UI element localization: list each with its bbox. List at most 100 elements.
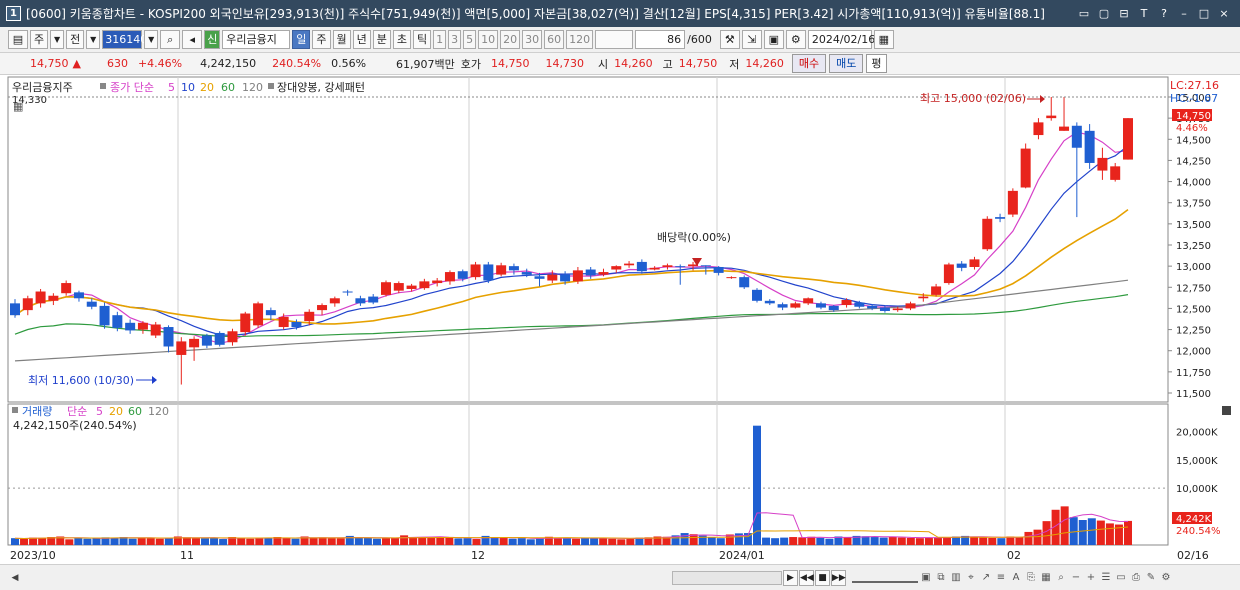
code-dropdown-icon[interactable]: ▼ <box>144 30 159 49</box>
interval-10[interactable]: 10 <box>478 30 499 49</box>
tab-month[interactable]: 월 <box>332 30 351 49</box>
save-icon[interactable]: ▣ <box>763 30 784 49</box>
zoom-icon[interactable]: ⇲ <box>741 30 762 49</box>
interval-30[interactable]: 30 <box>522 30 543 49</box>
gear-icon[interactable]: ⚙ <box>785 30 806 49</box>
print-icon[interactable]: ⎙ <box>1129 570 1143 586</box>
tool-split-icon[interactable]: ▥ <box>949 570 963 586</box>
panel-close-icon[interactable] <box>1222 406 1231 415</box>
code-input[interactable]: 316140 <box>102 30 147 49</box>
volume-bar <box>282 538 291 545</box>
count-input[interactable]: 86 <box>635 30 686 49</box>
stop-icon[interactable]: ■ <box>815 569 830 586</box>
candle-body <box>496 265 507 275</box>
tool-window-icon[interactable]: ▣ <box>919 570 933 586</box>
calendar-mini-icon[interactable]: ▦ <box>13 100 23 113</box>
interval-5[interactable]: 5 <box>463 30 477 49</box>
tool-trend-icon[interactable]: ↗ <box>979 570 993 586</box>
tab-minute[interactable]: 분 <box>372 30 391 49</box>
layout-icon[interactable]: ▤ <box>8 30 28 49</box>
tab-second[interactable]: 초 <box>392 30 411 49</box>
average-button[interactable]: 평 <box>866 54 887 73</box>
chevron-down-icon[interactable]: ▼ <box>50 30 65 49</box>
tool-image-icon[interactable]: ▦ <box>1039 570 1053 586</box>
volume-bar <box>38 537 47 545</box>
candle-body <box>739 277 750 288</box>
interval-60[interactable]: 60 <box>544 30 565 49</box>
candle-body <box>470 264 481 278</box>
interval-3[interactable]: 3 <box>448 30 462 49</box>
candle-body <box>662 265 673 267</box>
volume-bar <box>943 537 952 545</box>
volume-bar <box>83 538 92 545</box>
candle-body <box>176 341 187 355</box>
tool-fib-icon[interactable]: ≡ <box>994 570 1008 586</box>
current-price: 14,750 <box>30 57 69 70</box>
zoom-slider[interactable] <box>852 573 918 583</box>
zoom-in-icon[interactable]: + <box>1084 570 1098 586</box>
magnifier-icon[interactable]: ⌕ <box>1054 570 1068 586</box>
search-icon[interactable]: ⌕ <box>160 30 181 49</box>
calendar-icon[interactable]: ▦ <box>873 30 894 49</box>
scrollbar-track[interactable] <box>672 570 782 585</box>
chart-settings-icon[interactable]: ⚒ <box>719 30 740 49</box>
scroll-right-icon[interactable]: ▶ <box>783 569 798 586</box>
date-input[interactable]: 2024/02/16 <box>807 30 875 49</box>
tool-crosshair-icon[interactable]: ⌖ <box>964 570 978 586</box>
interval-120[interactable]: 120 <box>566 30 594 49</box>
candle-body <box>905 303 916 309</box>
brush-icon[interactable]: ✎ <box>1144 570 1158 586</box>
candle-body <box>61 283 72 294</box>
custom-interval-input[interactable] <box>595 30 634 49</box>
stock-chart[interactable]: 11,500 11,750 12,000 12,250 12,500 12,750 13,0… <box>0 75 1240 564</box>
maximize-button[interactable]: □ <box>1196 6 1212 22</box>
volume-bar <box>65 539 74 545</box>
scroll-left-icon[interactable]: ◀ <box>8 570 22 586</box>
buy-button[interactable]: 매수 <box>791 54 827 73</box>
list-icon[interactable]: ☰ <box>1099 570 1113 586</box>
candle-body <box>265 310 276 316</box>
candle-body <box>995 217 1006 219</box>
help-icon[interactable]: ? <box>1156 6 1172 22</box>
zoom-out-icon[interactable]: − <box>1069 570 1083 586</box>
pin-icon[interactable]: ⊟ <box>1116 6 1132 22</box>
volume-bar <box>988 537 997 545</box>
monitor-icon[interactable]: ▭ <box>1114 570 1128 586</box>
chevron-down-icon[interactable]: ▼ <box>86 30 101 49</box>
settings-icon[interactable]: ⚙ <box>1159 570 1173 586</box>
price-tick-label: 14,500 <box>1176 135 1211 146</box>
rewind-icon[interactable]: ◀◀ <box>799 569 814 586</box>
volume-bar <box>74 537 83 545</box>
tab-week[interactable]: 주 <box>312 30 331 49</box>
close-button[interactable]: × <box>1216 6 1232 22</box>
interval-1[interactable]: 1 <box>433 30 447 49</box>
interval-20[interactable]: 20 <box>500 30 521 49</box>
tab-day[interactable]: 일 <box>292 30 311 49</box>
candle-body <box>406 285 417 289</box>
candle-body <box>444 272 455 282</box>
speaker-icon[interactable]: ◂ <box>182 30 203 49</box>
quote-bar: 14,750 ▲ 630 +4.46% 4,242,150 240.54% 0.… <box>0 53 1240 75</box>
prev-toggle[interactable]: 전 <box>66 30 85 49</box>
sell-button[interactable]: 매도 <box>829 54 864 73</box>
tool-overlay-icon[interactable]: ⧉ <box>934 570 948 586</box>
volume-bar <box>1060 506 1069 545</box>
tool-copy-icon[interactable]: ⎘ <box>1024 570 1038 586</box>
price-tick-label: 13,500 <box>1176 220 1211 231</box>
period-select[interactable]: 주 <box>30 30 49 49</box>
tile-icon[interactable]: ▭ <box>1076 6 1092 22</box>
tool-text-icon[interactable]: A <box>1009 570 1023 586</box>
font-icon[interactable]: T <box>1136 6 1152 22</box>
minimize-button[interactable]: – <box>1176 6 1192 22</box>
price-change: 630 <box>106 57 128 70</box>
candle-body <box>278 316 289 328</box>
forward-icon[interactable]: ▶▶ <box>831 569 846 586</box>
tab-year[interactable]: 년 <box>352 30 371 49</box>
candle-body <box>841 299 852 306</box>
candle-body <box>675 266 686 268</box>
candle-body <box>253 303 264 326</box>
tab-tick[interactable]: 틱 <box>413 30 432 49</box>
volume-bar <box>363 537 372 545</box>
volume-title: 거래량 <box>22 405 52 418</box>
restore-layout-icon[interactable]: ▢ <box>1096 6 1112 22</box>
